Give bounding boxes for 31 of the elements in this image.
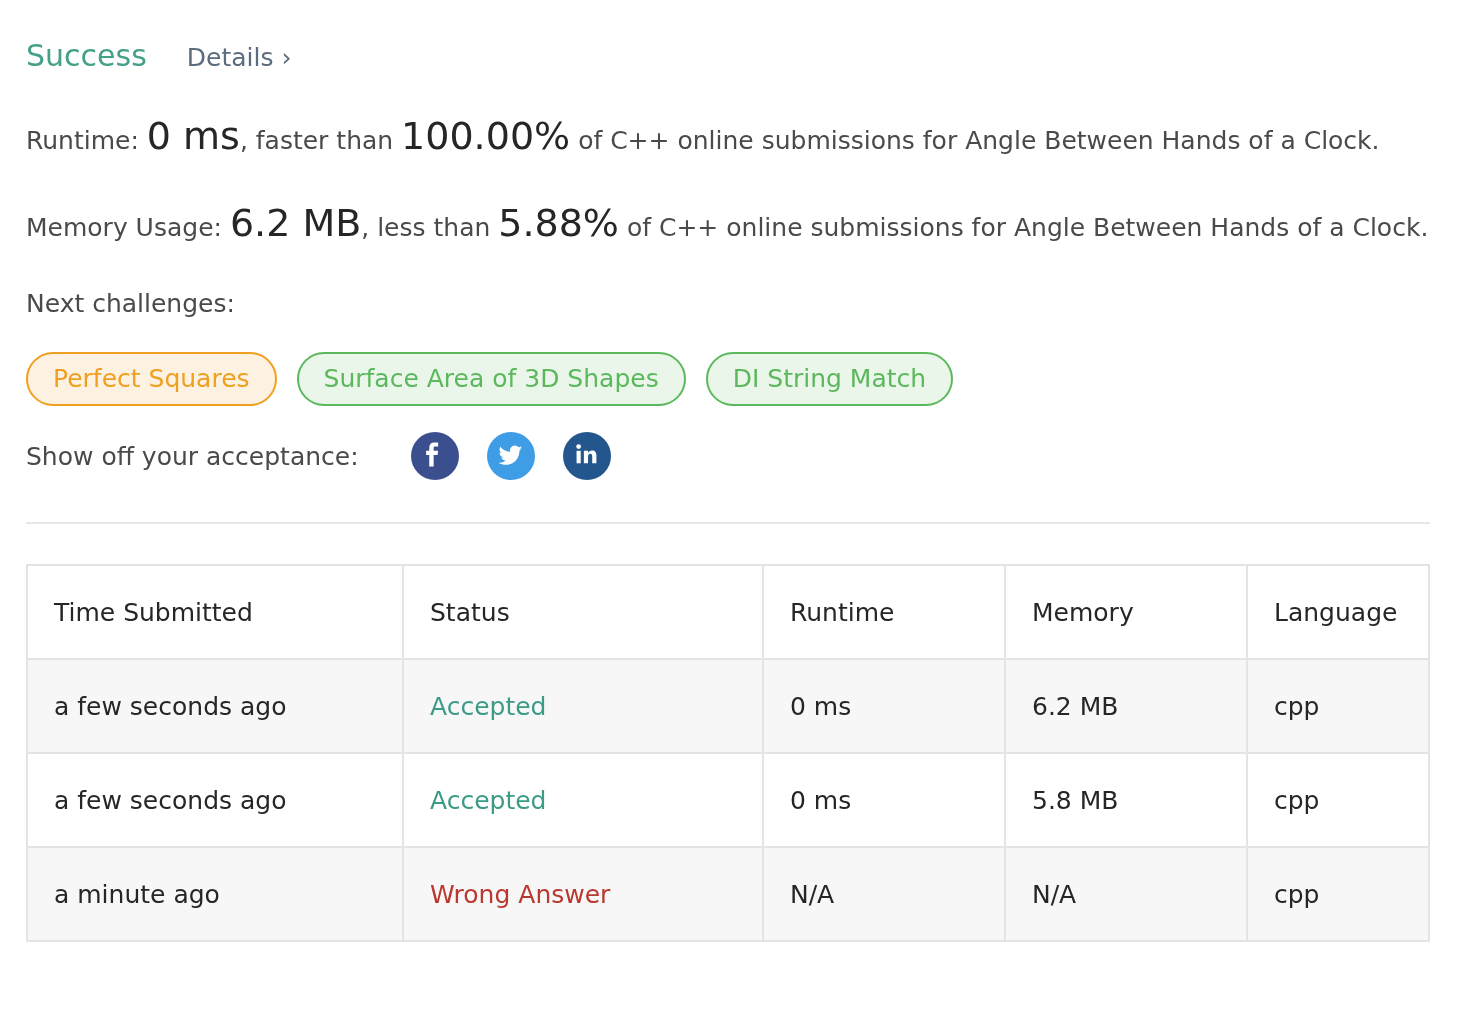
stat-text: , less than: [361, 213, 491, 242]
section-label: Next challenges:: [26, 289, 236, 318]
facebook-icon[interactable]: [410, 432, 459, 480]
stat-percent: 100.00%: [401, 114, 571, 158]
stat-label: Memory Usage:: [26, 213, 222, 242]
details-link[interactable]: Details ›: [186, 43, 292, 72]
challenge-tag[interactable]: DI String Match: [705, 352, 954, 406]
linkedin-icon[interactable]: [562, 432, 611, 480]
table-cell: N/A: [763, 847, 1005, 941]
table-cell: N/A: [1005, 847, 1247, 941]
result-title: Success: [26, 38, 147, 73]
share-label: Show off your acceptance:: [26, 441, 359, 471]
table-cell: cpp: [1247, 847, 1429, 941]
stat-text: of C++ online submissions for Angle Between Hands of a Clock.: [578, 126, 1380, 155]
column-header: Time Submitted: [27, 565, 403, 659]
stat-text: of C++ online submissions for Angle Between Hands of a Clock.: [626, 213, 1429, 242]
twitter-icon[interactable]: [486, 432, 535, 480]
table-cell: a few seconds ago: [27, 659, 403, 753]
stat-value: 0 ms: [146, 114, 240, 158]
stat-percent: 5.88%: [498, 201, 619, 245]
stat-value: 6.2 MB: [229, 201, 362, 245]
status-link[interactable]: Wrong Answer: [403, 847, 763, 941]
table-cell: a minute ago: [27, 847, 403, 941]
table-cell: cpp: [1247, 659, 1429, 753]
stat-text: , faster than: [239, 126, 394, 155]
status-link[interactable]: Accepted: [403, 659, 763, 753]
stat-label: Runtime:: [26, 126, 139, 155]
challenge-tag[interactable]: Perfect Squares: [26, 352, 277, 406]
table-cell: 0 ms: [763, 659, 1005, 753]
challenge-tag[interactable]: Surface Area of 3D Shapes: [296, 352, 686, 406]
table-cell: 6.2 MB: [1005, 659, 1247, 753]
